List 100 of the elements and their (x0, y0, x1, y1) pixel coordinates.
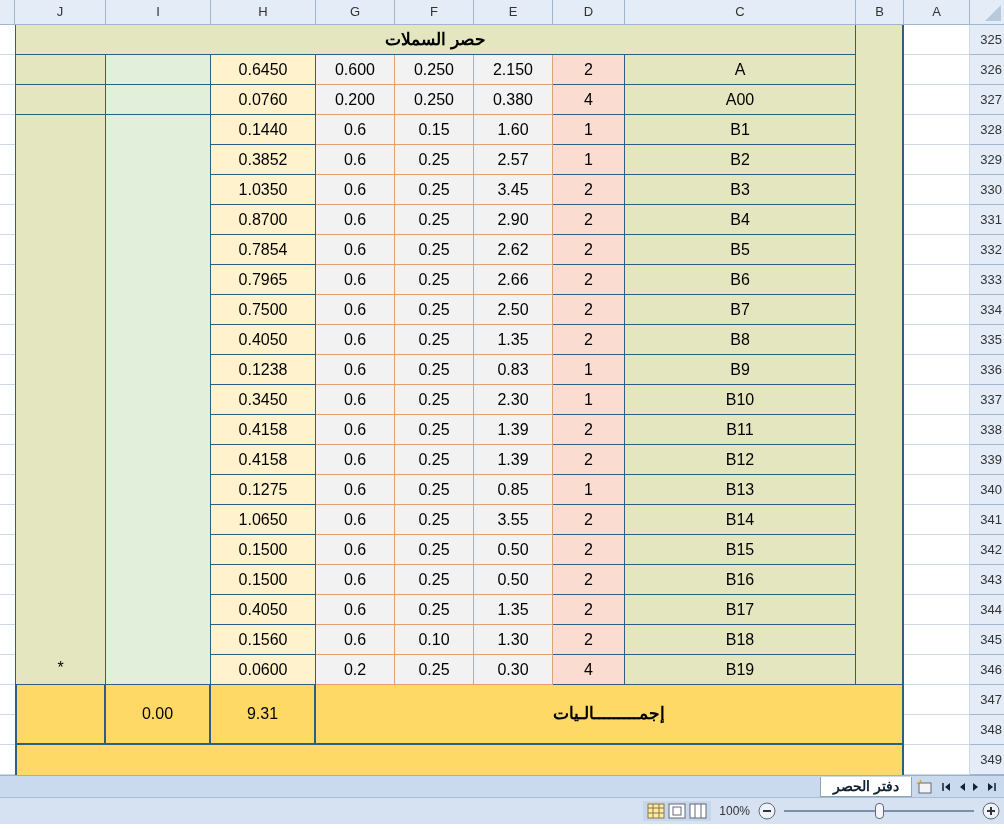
row-header[interactable]: 344 (970, 595, 1004, 625)
totals-label: إجمـــــــــالـيات (316, 685, 904, 745)
table-cell: 0.1500 (211, 565, 316, 595)
page-layout-icon[interactable] (668, 803, 687, 819)
table-cell: 0.4050 (211, 595, 316, 625)
table-cell: 0.25 (395, 235, 474, 265)
table-cell: 1.30 (474, 625, 553, 655)
column-header[interactable]: I (106, 0, 211, 25)
row-header[interactable]: 332 (970, 235, 1004, 265)
table-cell: B15 (625, 535, 856, 565)
table-cell: 1 (553, 355, 625, 385)
row-header[interactable]: 331 (970, 205, 1004, 235)
table-cell: B5 (625, 235, 856, 265)
table-cell: 1.0650 (211, 505, 316, 535)
row-header[interactable]: 336 (970, 355, 1004, 385)
table-cell: B9 (625, 355, 856, 385)
table-cell: B2 (625, 145, 856, 175)
row-header[interactable]: 338 (970, 415, 1004, 445)
column-header[interactable]: H (211, 0, 316, 25)
table-cell: 3.45 (474, 175, 553, 205)
row-header[interactable]: 335 (970, 325, 1004, 355)
row-header[interactable]: 347 (970, 685, 1004, 715)
row-header[interactable]: 326 (970, 55, 1004, 85)
column-header[interactable]: B (856, 0, 904, 25)
table-cell: 0.50 (474, 565, 553, 595)
row-header[interactable]: 329 (970, 145, 1004, 175)
table-cell: 1 (553, 145, 625, 175)
column-header[interactable]: C (625, 0, 856, 25)
row-header[interactable]: 330 (970, 175, 1004, 205)
table-cell: 0.380 (474, 85, 553, 115)
row-header[interactable]: 341 (970, 505, 1004, 535)
row-header[interactable]: 346 (970, 655, 1004, 685)
table-cell: 0.7500 (211, 295, 316, 325)
table-cell: 2.150 (474, 55, 553, 85)
table-cell: 0.1440 (211, 115, 316, 145)
zoom-out-icon[interactable] (758, 802, 776, 820)
next-sheet-icon[interactable] (973, 781, 979, 792)
table-cell: 0.25 (395, 175, 474, 205)
table-cell: 0.1500 (211, 535, 316, 565)
table-cell: 0.15 (395, 115, 474, 145)
column-header[interactable]: G (316, 0, 395, 25)
row-header[interactable]: 342 (970, 535, 1004, 565)
table-cell: 2.62 (474, 235, 553, 265)
row-header[interactable]: 343 (970, 565, 1004, 595)
column-header[interactable]: D (553, 0, 625, 25)
column-header[interactable]: F (395, 0, 474, 25)
table-cell: 2 (553, 295, 625, 325)
zoom-slider-thumb[interactable] (874, 803, 884, 819)
table-cell: B16 (625, 565, 856, 595)
table-cell: 0.25 (395, 505, 474, 535)
row-header[interactable]: 334 (970, 295, 1004, 325)
table-cell: 0.6 (316, 175, 395, 205)
sheet-tab[interactable]: دفتر الحصر (820, 776, 912, 797)
table-cell: 0.6 (316, 385, 395, 415)
table-cell: 0.6 (316, 565, 395, 595)
table-cell: 0.00 (106, 685, 211, 745)
table-cell: 2 (553, 205, 625, 235)
table-cell: 2 (553, 325, 625, 355)
first-sheet-icon[interactable] (942, 781, 951, 792)
last-sheet-icon[interactable] (987, 781, 996, 792)
table-cell: 1.39 (474, 445, 553, 475)
row-header[interactable]: 340 (970, 475, 1004, 505)
row-header[interactable]: 325 (970, 25, 1004, 55)
table-cell: 0.50 (474, 535, 553, 565)
row-header[interactable]: 327 (970, 85, 1004, 115)
table-cell: 2 (553, 55, 625, 85)
row-header[interactable]: 348 (970, 715, 1004, 745)
row-header[interactable]: 337 (970, 385, 1004, 415)
table-cell: 0.3852 (211, 145, 316, 175)
table-cell: B4 (625, 205, 856, 235)
zoom-slider[interactable] (784, 803, 974, 819)
table-cell: 2 (553, 535, 625, 565)
zoom-level[interactable]: 100% (719, 802, 750, 820)
column-header[interactable]: E (474, 0, 553, 25)
row-header[interactable]: 345 (970, 625, 1004, 655)
table-cell: 0.6 (316, 355, 395, 385)
column-header[interactable]: A (904, 0, 970, 25)
table-cell: 0.25 (395, 535, 474, 565)
table-cell: 0.250 (395, 85, 474, 115)
table-cell: 1.35 (474, 325, 553, 355)
table-cell: 0.25 (395, 655, 474, 685)
page-break-icon[interactable] (689, 803, 708, 819)
row-header[interactable]: 339 (970, 445, 1004, 475)
table-cell: B10 (625, 385, 856, 415)
table-cell: 0.6 (316, 535, 395, 565)
row-header[interactable]: 328 (970, 115, 1004, 145)
column-header[interactable]: J (15, 0, 106, 25)
table-cell: A00 (625, 85, 856, 115)
note-mark: * (57, 658, 64, 678)
previous-sheet-icon[interactable] (959, 781, 965, 792)
table-cell: 0.25 (395, 445, 474, 475)
table-cell: 2 (553, 595, 625, 625)
row-header[interactable]: 333 (970, 265, 1004, 295)
row-header[interactable]: 349 (970, 745, 1004, 775)
table-cell: 1.35 (474, 595, 553, 625)
table-cell: 0.7854 (211, 235, 316, 265)
table-cell: 0.600 (316, 55, 395, 85)
zoom-in-icon[interactable] (982, 802, 1000, 820)
table-cell: 0.25 (395, 595, 474, 625)
table-cell: 0.6 (316, 415, 395, 445)
